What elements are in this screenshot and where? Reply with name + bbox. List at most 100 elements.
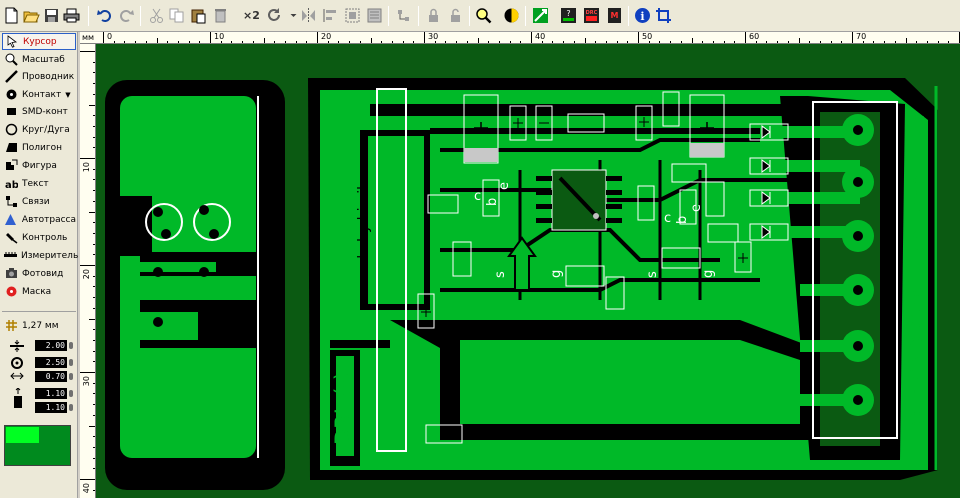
grid-setting[interactable]: 1,27 мм [2, 317, 76, 334]
pad-hole [199, 267, 209, 277]
ruler-label: 30 [82, 376, 91, 387]
paste-icon[interactable] [190, 7, 207, 24]
tool-autoroute[interactable]: Автотрасса [2, 211, 76, 228]
align-icon[interactable] [322, 7, 339, 24]
macro-icon[interactable]: M [606, 7, 623, 24]
chevron-down-icon[interactable]: ▼ [65, 91, 70, 99]
spin-icon[interactable] [69, 404, 73, 411]
info-icon[interactable]: i [634, 7, 651, 24]
ruler-tick [210, 32, 211, 43]
toolbar-separator [140, 6, 141, 26]
tool-text[interactable]: ab Текст [2, 175, 76, 192]
svg-text:?: ? [566, 9, 570, 18]
pcb-layout[interactable]: made by himiks DRL (-) Out GND Gab Ruch … [96, 44, 960, 498]
pad-outer-value[interactable]: 2.50 [35, 357, 67, 368]
ruler-tick [852, 32, 853, 43]
tool-mask[interactable]: Маска [2, 283, 76, 300]
new-file-icon[interactable] [3, 7, 20, 24]
connections-list-icon[interactable] [395, 7, 412, 24]
svg-text:M: M [611, 11, 619, 20]
spin-icon[interactable] [69, 359, 73, 366]
toolbar-separator [525, 6, 526, 26]
rotate-icon[interactable] [266, 7, 283, 24]
pad-hole [209, 229, 219, 239]
redo-icon[interactable] [117, 7, 134, 24]
ruler-label: 40 [535, 32, 546, 41]
mirror-icon[interactable] [300, 7, 317, 24]
smd-width-param[interactable]: 1.10 [2, 387, 76, 408]
copy-icon[interactable] [168, 7, 185, 24]
svg-text:DRC: DRC [586, 10, 598, 16]
isolation-gap [430, 128, 790, 134]
contrast-icon[interactable] [503, 7, 520, 24]
print-icon[interactable] [63, 7, 80, 24]
ruler-tick [89, 425, 95, 427]
toolbar-separator [628, 6, 629, 26]
tool-smd[interactable]: SMD-конт [2, 103, 76, 120]
tool-pad[interactable]: Контакт ▼ [2, 86, 76, 103]
ruler-tick [317, 32, 318, 43]
pad-hole [199, 205, 209, 215]
save-icon[interactable] [43, 7, 60, 24]
ruler-unit: мм [82, 33, 95, 42]
tool-zoom[interactable]: Масштаб [2, 51, 76, 68]
copper-area [120, 96, 256, 458]
layer-color-preview[interactable] [4, 425, 71, 466]
undo-icon[interactable] [97, 7, 114, 24]
pad-inner-value[interactable]: 0.70 [35, 371, 67, 382]
tool-connections[interactable]: Связи [2, 193, 76, 210]
search-icon[interactable] [475, 7, 492, 24]
spin-icon[interactable] [69, 373, 73, 380]
crop-icon[interactable] [655, 7, 672, 24]
ruler-tick [89, 104, 95, 106]
control-icon [4, 231, 18, 245]
smd-height-param[interactable]: 1.10 [2, 402, 76, 416]
tool-photo[interactable]: Фотовид [2, 265, 76, 282]
delete-icon[interactable] [212, 7, 229, 24]
autoroute-tool-icon[interactable] [532, 7, 549, 24]
ruler-tick [531, 32, 532, 43]
help-query-icon[interactable]: ? [560, 7, 577, 24]
pad-hole [199, 317, 209, 327]
connections-icon [4, 195, 18, 209]
pad-hole [153, 267, 163, 277]
pin-label-e: e [497, 182, 512, 190]
tool-label: Круг/Дуга [22, 124, 70, 135]
track-width-value[interactable]: 2.00 [35, 340, 67, 351]
pad-outer-param[interactable]: 2.50 [2, 357, 76, 380]
pin-label-b: b [675, 216, 690, 224]
tool-control[interactable]: Контроль [2, 229, 76, 246]
tool-shape[interactable]: Фигура [2, 157, 76, 174]
tool-circle[interactable]: Круг/Дуга [2, 121, 76, 138]
ruler-tick [89, 211, 95, 213]
tool-track[interactable]: Проводник [2, 68, 76, 85]
chevron-down-icon[interactable] [285, 7, 297, 24]
ruler-tick [80, 479, 95, 480]
pad-inner-param[interactable]: 0.70 [2, 371, 76, 385]
pcb-board-canvas[interactable]: made by himiks DRL (-) Out GND Gab Ruch … [96, 44, 960, 498]
ruler-label: 10 [82, 162, 91, 173]
lock-icon[interactable] [425, 7, 442, 24]
drc-icon[interactable]: DRC [583, 7, 600, 24]
zoom-x2-button[interactable]: ×2 [243, 9, 260, 22]
connector-pin-labels: Out GND Gab Ruch Taxp +12V [907, 110, 929, 426]
tool-measure[interactable]: Измеритель [2, 247, 78, 264]
panel-divider [2, 311, 76, 312]
spin-icon[interactable] [69, 390, 73, 397]
tool-polygon[interactable]: Полигон [2, 139, 76, 156]
ruler-tick [89, 318, 95, 320]
ruler-tick [638, 32, 639, 43]
open-folder-icon[interactable] [23, 7, 40, 24]
unlock-icon[interactable] [447, 7, 464, 24]
smd-width-value[interactable]: 1.10 [35, 388, 67, 399]
spin-icon[interactable] [69, 342, 73, 349]
ungroup-icon[interactable] [366, 7, 383, 24]
ruler-icon [4, 249, 17, 263]
tool-label: Фотовид [22, 268, 64, 279]
tool-cursor[interactable]: Курсор [2, 33, 76, 50]
pad-icon [4, 88, 18, 102]
group-icon[interactable] [344, 7, 361, 24]
cut-icon[interactable] [148, 7, 165, 24]
track-width-param[interactable]: 2.00 [2, 340, 76, 354]
smd-height-value[interactable]: 1.10 [35, 402, 67, 413]
